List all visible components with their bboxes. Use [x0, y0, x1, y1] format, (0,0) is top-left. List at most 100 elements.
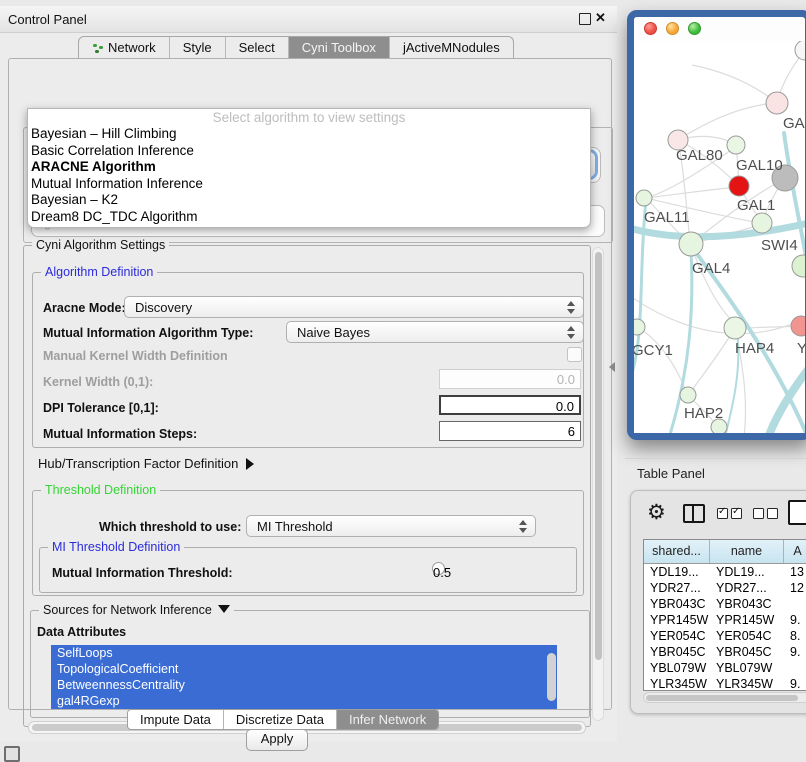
tab-style[interactable]: Style: [170, 37, 226, 59]
network-node[interactable]: [636, 190, 652, 206]
panel-title: Control Panel: [8, 12, 87, 27]
unchecked-checkbox-icon[interactable]: [753, 508, 764, 519]
table-cell: YBR045C: [710, 644, 784, 660]
panel-collapse-arrow[interactable]: [609, 362, 615, 372]
attribute-item[interactable]: TopologicalCoefficient: [51, 661, 557, 677]
tab-discretize-data[interactable]: Discretize Data: [224, 710, 337, 729]
docked-panel-icon[interactable]: [4, 746, 20, 762]
column-header[interactable]: name: [710, 540, 784, 563]
tab-infer-network[interactable]: Infer Network: [337, 710, 438, 729]
column-header[interactable]: A: [784, 540, 806, 563]
tab-jactivemnodules[interactable]: jActiveMNodules: [390, 37, 513, 59]
dpi-tolerance-field[interactable]: 0.0: [439, 395, 581, 415]
kernel-width-field[interactable]: 0.0: [439, 369, 581, 389]
network-node[interactable]: [792, 255, 805, 277]
network-node[interactable]: [679, 232, 703, 256]
network-canvas[interactable]: GALGAL80GAL10GAL1GAL11GAL4SWI4GCY1HAP4YH…: [634, 41, 805, 433]
document-icon[interactable]: [788, 500, 806, 525]
which-threshold-combo[interactable]: MI Threshold: [246, 515, 536, 537]
network-node[interactable]: [752, 213, 772, 233]
stepper-arrows-icon: [567, 301, 575, 315]
table-row[interactable]: YBR043CYBR043C: [644, 596, 806, 612]
minimize-window-icon[interactable]: [666, 22, 679, 35]
table-row[interactable]: YBR045CYBR045C9.: [644, 644, 806, 660]
table-cell: YBL079W: [644, 660, 710, 676]
checked-checkbox-icon[interactable]: [731, 508, 742, 519]
column-header[interactable]: shared...: [644, 540, 710, 563]
unchecked-checkbox-icon[interactable]: [767, 508, 778, 519]
table-row[interactable]: YLR345WYLR345W9.: [644, 676, 806, 691]
algorithm-option[interactable]: Mutual Information Inference: [28, 176, 590, 193]
sources-title[interactable]: Sources for Network Inference: [39, 603, 234, 617]
attribute-item[interactable]: BetweennessCentrality: [51, 677, 557, 693]
network-node[interactable]: [727, 136, 745, 154]
settings-vertical-scrollbar[interactable]: [592, 247, 604, 721]
tab-label: Cyni Toolbox: [302, 37, 376, 59]
table-horizontal-scrollbar[interactable]: [643, 692, 806, 703]
close-window-icon[interactable]: [644, 22, 657, 35]
settings-group-title: Cyni Algorithm Settings: [32, 238, 169, 252]
algorithm-option[interactable]: Dream8 DC_TDC Algorithm: [28, 209, 590, 226]
threshold-definition-title: Threshold Definition: [41, 483, 160, 497]
tab-select[interactable]: Select: [226, 37, 289, 59]
close-icon[interactable]: ✕: [595, 10, 606, 26]
collapsed-arrow-icon: [246, 458, 254, 470]
apply-button[interactable]: Apply: [246, 729, 308, 751]
tab-impute-data[interactable]: Impute Data: [128, 710, 224, 729]
network-node[interactable]: [724, 317, 746, 339]
table-row[interactable]: YDR27...YDR27...12: [644, 580, 806, 596]
table-cell: YPR145W: [710, 612, 784, 628]
which-threshold-label: Which threshold to use:: [99, 520, 241, 534]
table-panel-window: ⚙ shared...nameA YDL19...YDL19...13YDR27…: [630, 490, 806, 714]
table-cell: 9.: [784, 676, 806, 691]
network-node[interactable]: [680, 387, 696, 403]
network-icon: [92, 43, 103, 54]
expanded-arrow-icon: [218, 605, 230, 613]
algorithm-dropdown-popup: Select algorithm to view settings Bayesi…: [27, 108, 591, 228]
mi-type-combo[interactable]: Naive Bayes: [286, 321, 584, 343]
algorithm-option[interactable]: Basic Correlation Inference: [28, 143, 590, 160]
cyni-algorithm-settings-group: Cyni Algorithm Settings Algorithm Defini…: [23, 245, 591, 727]
attribute-item[interactable]: gal4RGexp: [51, 693, 557, 709]
tab-network[interactable]: Network: [79, 37, 170, 59]
gear-icon[interactable]: ⚙: [647, 499, 666, 525]
aracne-mode-combo[interactable]: Discovery: [124, 296, 584, 318]
network-node[interactable]: [791, 316, 805, 336]
node-label: GCY1: [634, 342, 673, 359]
sources-group: Sources for Network Inference Data Attri…: [30, 610, 590, 718]
table-row[interactable]: YER054CYER054C8.: [644, 628, 806, 644]
table-row[interactable]: YDL19...YDL19...13: [644, 564, 806, 580]
manual-kernel-checkbox[interactable]: [567, 347, 582, 362]
algorithm-option[interactable]: Bayesian – Hill Climbing: [28, 126, 590, 143]
algorithm-option[interactable]: ARACNE Algorithm: [28, 159, 590, 176]
stepper-arrows-icon: [519, 520, 527, 534]
table-cell: 13: [784, 564, 806, 580]
mi-threshold-group: MI Threshold Definition Mutual Informati…: [39, 547, 577, 593]
float-window-icon[interactable]: [579, 13, 591, 25]
zoom-window-icon[interactable]: [688, 22, 701, 35]
table-row[interactable]: YBL079WYBL079W: [644, 660, 806, 676]
network-node[interactable]: [729, 176, 749, 196]
mi-steps-field[interactable]: 6: [439, 421, 581, 441]
table-row[interactable]: YPR145WYPR145W9.: [644, 612, 806, 628]
mi-steps-label: Mutual Information Steps:: [43, 427, 197, 441]
table-cell: YBR043C: [710, 596, 784, 612]
kernel-width-label: Kernel Width (0,1):: [43, 375, 153, 389]
table-cell: YDL19...: [644, 564, 710, 580]
attribute-item[interactable]: SelfLoops: [51, 645, 557, 661]
checked-checkbox-icon[interactable]: [717, 508, 728, 519]
split-columns-icon[interactable]: [683, 504, 705, 523]
attribute-list: SelfLoopsTopologicalCoefficientBetweenne…: [51, 645, 557, 709]
algorithm-option[interactable]: Bayesian – K2: [28, 192, 590, 209]
network-node[interactable]: [766, 92, 788, 114]
mi-threshold-field[interactable]: 0.5: [432, 562, 445, 575]
hub-definition-toggle[interactable]: Hub/Transcription Factor Definition: [38, 456, 254, 471]
table-cell: [784, 660, 806, 676]
node-label: GAL1: [737, 197, 775, 214]
attribute-list-scrollbar[interactable]: [547, 653, 556, 701]
tab-label: Network: [108, 37, 156, 59]
network-node[interactable]: [634, 319, 645, 335]
tab-cyni-toolbox[interactable]: Cyni Toolbox: [289, 37, 390, 59]
node-table[interactable]: shared...nameA YDL19...YDL19...13YDR27..…: [643, 539, 806, 691]
network-node[interactable]: [795, 41, 805, 60]
